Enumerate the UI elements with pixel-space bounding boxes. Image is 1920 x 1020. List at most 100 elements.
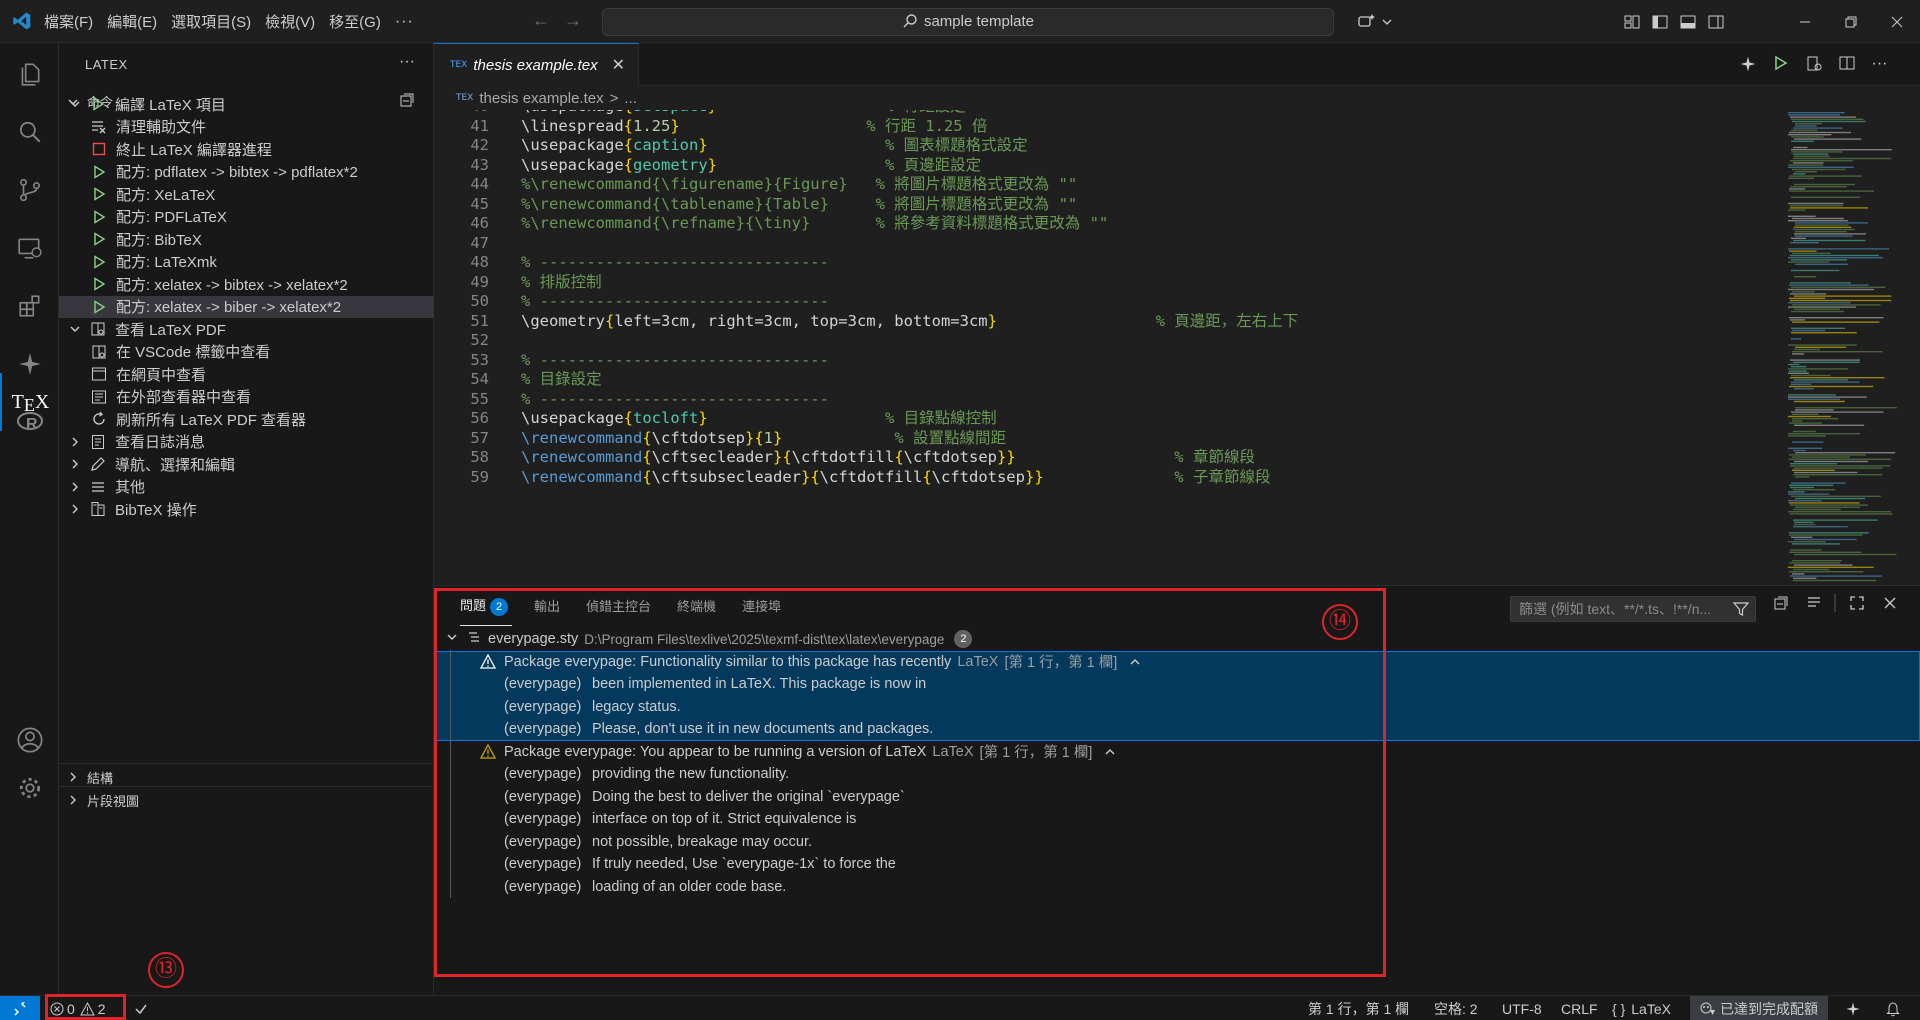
extensions-icon[interactable] xyxy=(0,277,59,335)
code-token: } xyxy=(698,409,708,427)
sidebar-item-view-in-browser[interactable]: 在網頁中查看 xyxy=(59,363,434,386)
minimap[interactable] xyxy=(1786,110,1906,585)
menu-edit[interactable]: 編輯(E) xyxy=(107,11,157,32)
menu-view[interactable]: 檢視(V) xyxy=(265,11,315,32)
code-token: left=3cm, right=3cm, top=3cm, bottom=3cm xyxy=(614,311,988,330)
sidebar-item-recipe-xelatex-bibtex[interactable]: 配方: xelatex -> bibtex -> xelatex*2 xyxy=(59,273,434,296)
sidebar-item-kill-latex-compiler[interactable]: 終止 LaTeX 編譯器進程 xyxy=(59,138,434,161)
toggle-sidebar-icon[interactable] xyxy=(1646,8,1674,36)
cursor-position[interactable]: 第 1 行，第 1 欄 xyxy=(1308,996,1409,1020)
language-mode[interactable]: { } LaTeX xyxy=(1612,996,1671,1020)
breadcrumb-more[interactable]: ... xyxy=(624,90,637,107)
bibtex-icon xyxy=(89,500,107,518)
build-play-icon[interactable] xyxy=(1764,55,1797,73)
sidebar-item-recipe-bibtex[interactable]: 配方: BibTeX xyxy=(59,228,434,251)
open-preview-icon xyxy=(90,343,108,361)
check-icon[interactable] xyxy=(134,996,148,1020)
code-token: \geometry xyxy=(521,311,605,330)
view-pdf-icon[interactable] xyxy=(1797,55,1830,73)
sidebar-item-bibtex-actions[interactable]: BibTeX 操作 xyxy=(59,498,434,521)
forward-arrow-icon[interactable]: → xyxy=(564,10,582,30)
code-token: \cftdotsep xyxy=(931,467,1025,486)
vscode-logo-icon[interactable] xyxy=(12,11,32,31)
sidebar-item-recipe-pdflatex-bibtex[interactable]: 配方: pdflatex -> bibtex -> pdflatex*2 xyxy=(59,161,434,184)
sidebar-item-recipe-xelatex-biber[interactable]: 配方: xelatex -> biber -> xelatex*2 xyxy=(59,295,434,318)
explorer-icon[interactable] xyxy=(0,45,59,103)
section-snippets[interactable]: 片段視圖 xyxy=(59,786,434,813)
collapse-all-icon[interactable] xyxy=(1764,595,1797,611)
sidebar-item-label: 導航、選擇和編輯 xyxy=(115,456,236,474)
code-token: % 目錄點線控制 xyxy=(707,409,997,427)
customize-layout-icon[interactable] xyxy=(1618,8,1646,36)
source-control-icon[interactable] xyxy=(0,161,59,219)
filter-icon[interactable] xyxy=(1733,601,1749,617)
code-line[interactable]: 59 \renewcommand{\cftsubsecleader}{\cftdo… xyxy=(434,465,1774,489)
split-editor-icon[interactable] xyxy=(1830,55,1863,73)
end-of-line[interactable]: CRLF xyxy=(1561,996,1598,1020)
code-token: % 設置點線間距 xyxy=(782,428,1007,447)
code-token: { xyxy=(623,116,633,135)
sidebar-item-view-in-external-viewer[interactable]: 在外部查看器中查看 xyxy=(59,386,434,409)
code-token: \cftdotsep xyxy=(651,428,745,447)
sidebar-item-view-latex-pdf[interactable]: 查看 LaTeX PDF xyxy=(59,318,434,341)
sidebar-item-view-log-messages[interactable]: 查看日誌消息 xyxy=(59,431,434,454)
encoding[interactable]: UTF-8 xyxy=(1502,996,1542,1020)
breadcrumb-file[interactable]: thesis example.tex xyxy=(479,90,603,107)
sidebar-item-recipe-latexmk[interactable]: 配方: LaTeXmk xyxy=(59,251,434,274)
sidebar-item-recipe-pdflatex[interactable]: 配方: PDFLaTeX xyxy=(59,206,434,229)
menu-selection[interactable]: 選取項目(S) xyxy=(171,11,251,32)
maximize-panel-icon[interactable] xyxy=(1840,595,1873,611)
play-icon xyxy=(90,298,108,316)
sidebar-item-misc[interactable]: 其他 xyxy=(59,476,434,499)
code-token: { xyxy=(922,467,932,486)
code-token: geometry xyxy=(633,155,708,174)
settings-gear-icon[interactable] xyxy=(0,759,59,817)
code-token: { xyxy=(623,409,633,427)
copilot-sparkle-icon[interactable] xyxy=(1731,55,1764,73)
close-icon[interactable]: ✕ xyxy=(612,55,625,75)
restore-icon[interactable] xyxy=(1828,8,1874,36)
sidebar-item-build-latex-project[interactable]: 編譯 LaTeX 項目 xyxy=(59,93,434,116)
editor-scrollbar[interactable] xyxy=(1912,110,1920,585)
code-token: }{ xyxy=(800,467,820,486)
sidebar-item-navigate-select-edit[interactable]: 導航、選擇和編輯 xyxy=(59,453,434,476)
code-token: % 圖表標題格式設定 xyxy=(707,136,1028,154)
problems-filter-input[interactable]: 篩選 (例如 text、**/*.ts、!**/n... xyxy=(1510,596,1756,622)
sidebar-more-button[interactable]: ··· xyxy=(399,53,415,71)
menu-go[interactable]: 移至(G) xyxy=(329,11,381,32)
copilot-icon[interactable] xyxy=(1352,8,1380,36)
minimize-icon[interactable] xyxy=(1782,8,1828,36)
copilot-quota-status[interactable]: 已達到完成配額 xyxy=(1690,996,1828,1020)
code-editor[interactable]: 40\usepackage{setspace} % 行距設定41\linespr… xyxy=(434,110,1920,585)
sidebar-item-refresh-pdf-viewers[interactable]: 刷新所有 LaTeX PDF 查看器 xyxy=(59,408,434,431)
sidebar-item-recipe-xelatex[interactable]: 配方: XeLaTeX xyxy=(59,183,434,206)
sidebar-item-view-in-vscode-tab[interactable]: 在 VSCode 標籤中查看 xyxy=(59,341,434,364)
remote-explorer-icon[interactable] xyxy=(0,219,59,277)
search-view-icon[interactable] xyxy=(0,103,59,161)
remote-indicator-icon[interactable] xyxy=(0,996,40,1020)
tex-icon[interactable]: TEX xyxy=(0,373,59,431)
chevron-down-icon[interactable] xyxy=(1380,8,1394,36)
tab-thesis-example[interactable]: TEX thesis example.tex ✕ xyxy=(434,43,639,86)
toggle-panel-icon[interactable] xyxy=(1674,8,1702,36)
close-window-icon[interactable] xyxy=(1874,8,1920,36)
code-token: { xyxy=(642,428,652,447)
indentation[interactable]: 空格: 2 xyxy=(1434,996,1478,1020)
menu-more-button[interactable]: ··· xyxy=(395,13,414,31)
more-actions-icon[interactable]: ··· xyxy=(1863,55,1896,73)
latex-sidebar: LATEX ··· 命令 編譯 LaTeX 項目 清理輔助文件 終止 LaTeX 編… xyxy=(59,43,434,995)
braces-icon: { } xyxy=(1612,1000,1626,1017)
view-as-list-icon[interactable] xyxy=(1797,595,1830,611)
refresh-icon xyxy=(90,410,108,428)
back-arrow-icon[interactable]: ← xyxy=(532,10,550,30)
copilot-sparkle-icon[interactable] xyxy=(1845,996,1861,1020)
sidebar-item-clean-aux-files[interactable]: 清理輔助文件 xyxy=(59,116,434,139)
notifications-bell-icon[interactable] xyxy=(1886,996,1900,1020)
menu-icon xyxy=(89,478,107,496)
code-token: { xyxy=(623,155,633,174)
toggle-secondary-sidebar-icon[interactable] xyxy=(1702,8,1730,36)
command-center-search[interactable]: sample template xyxy=(602,8,1334,36)
menu-file[interactable]: 檔案(F) xyxy=(44,11,93,32)
close-panel-icon[interactable] xyxy=(1873,596,1906,610)
code-token: % 章節線段 xyxy=(1015,448,1255,466)
